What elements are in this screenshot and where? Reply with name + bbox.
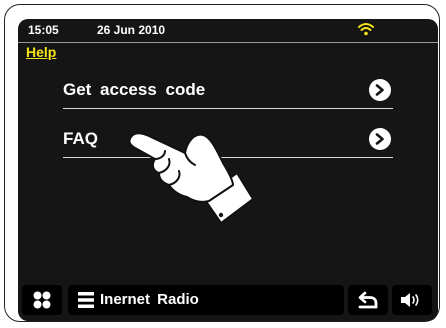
page-title: Help <box>26 44 57 60</box>
chevron-right-icon[interactable] <box>369 128 391 150</box>
pointing-hand-icon <box>128 132 254 224</box>
volume-button[interactable] <box>392 285 432 315</box>
menu-item-label: Get access code <box>63 80 206 99</box>
screen: 15:05 26 Jun 2010 Help Get access code F… <box>18 19 438 321</box>
chevron-right-icon[interactable] <box>369 79 391 101</box>
source-label: Inernet Radio <box>100 291 199 308</box>
home-button[interactable] <box>22 285 62 315</box>
status-divider <box>18 42 438 43</box>
menu-list-icon <box>78 292 94 308</box>
status-date: 26 Jun 2010 <box>97 23 166 37</box>
status-time: 15:05 <box>28 23 59 37</box>
home-grid-icon <box>33 291 51 309</box>
back-button[interactable] <box>348 285 388 315</box>
menu-divider <box>63 108 393 109</box>
menu-item-label: FAQ <box>63 129 98 148</box>
device-frame: 15:05 26 Jun 2010 Help Get access code F… <box>4 4 440 322</box>
source-button[interactable]: Inernet Radio <box>68 285 344 315</box>
back-arrow-icon <box>358 291 378 309</box>
menu-item-get-access-code[interactable]: Get access code <box>63 73 393 109</box>
wifi-icon <box>358 23 374 36</box>
volume-icon <box>401 293 419 307</box>
